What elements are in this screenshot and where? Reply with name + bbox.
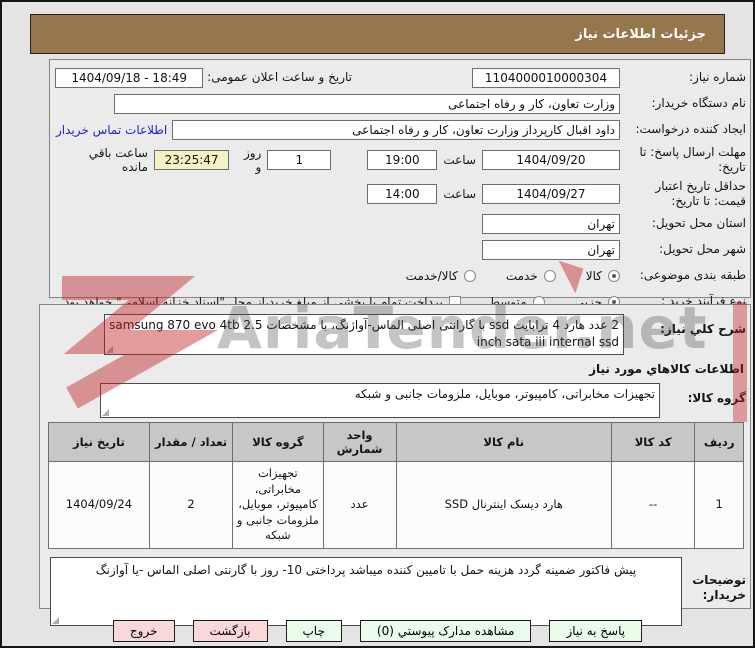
goods-group-label: گروه کالا: xyxy=(687,391,746,405)
price-validity-row: حداقل تاریخ اعتبار قیمت: تا تاریخ: ساعت xyxy=(56,178,746,209)
radio-option[interactable]: کالا/خدمت xyxy=(406,269,476,283)
radio-icon[interactable] xyxy=(608,269,620,282)
action-button[interactable]: چاپ xyxy=(285,620,342,642)
goods-table-column-header: تعداد / مقدار xyxy=(148,422,234,462)
goods-table-body: 1 -- هارد دیسک اینترنال SSD عدد تجهیزات مخاب… xyxy=(48,461,744,549)
classification-label: طبقه بندی موضوعی: xyxy=(639,268,746,283)
announce-datetime-input[interactable] xyxy=(55,67,204,88)
goods-table-column-header: کد کالا xyxy=(610,422,696,462)
city-input[interactable] xyxy=(482,239,620,260)
request-creator-label: ایجاد کننده درخواست: xyxy=(635,122,746,137)
announce-datetime-label: تاریخ و ساعت اعلان عمومی: xyxy=(207,70,352,85)
buyer-org-input[interactable] xyxy=(114,93,620,114)
buyer-notes-label: توضیحات خریدار: xyxy=(692,572,746,602)
province-row: استان محل تحویل: xyxy=(56,212,746,235)
goods-table-header: ردیف کد کالا نام کالا واحد شمارش گروه کالا تع… xyxy=(48,422,744,462)
table-cell: -- xyxy=(610,461,696,549)
classification-radio-group: کالا خدمت کالا/خدمت xyxy=(406,269,620,283)
price-validity-label: حداقل تاریخ اعتبار قیمت: تا تاریخ: xyxy=(655,179,746,208)
goods-group-row: گروه کالا: تجهیزات مخابراتی، کامپیوتر، م… xyxy=(46,383,746,418)
goods-table: ردیف کد کالا نام کالا واحد شمارش گروه کالا تع… xyxy=(48,422,744,549)
table-cell: 2 xyxy=(148,461,234,549)
need-number-label: شماره نیاز: xyxy=(689,70,746,85)
radio-option-label: کالا xyxy=(585,268,602,283)
radio-option-label: خدمت xyxy=(505,268,538,283)
action-button[interactable]: خروج xyxy=(112,620,175,642)
need-info-panel: شماره نیاز: تاریخ و ساعت اعلان عمومی: نا… xyxy=(49,59,751,309)
goods-table-column-header: ردیف xyxy=(694,422,744,462)
table-cell: عدد xyxy=(322,461,397,549)
action-button[interactable]: مشاهده مدارک پیوستي (0) xyxy=(359,620,532,642)
page-title: جزئیات اطلاعات نیاز xyxy=(575,26,706,42)
general-description-row: شرح کلي نیاز: 2 عدد هارد 4 ترابایت ssd ب… xyxy=(46,314,746,355)
classification-row: طبقه بندی موضوعی: کالا خدمت کالا/خدمت xyxy=(56,264,746,287)
page-title-bar: جزئیات اطلاعات نیاز xyxy=(30,14,725,54)
goods-table-column-header: گروه کالا xyxy=(232,422,324,462)
need-number-row: شماره نیاز: تاریخ و ساعت اعلان عمومی: xyxy=(55,66,746,89)
goods-table-column-header: واحد شمارش xyxy=(322,422,397,462)
province-input[interactable] xyxy=(482,213,620,234)
radio-option-label: کالا/خدمت xyxy=(405,268,458,283)
action-button[interactable]: پاسخ به نیاز xyxy=(549,620,643,642)
reply-hour-label: ساعت xyxy=(443,152,476,167)
table-cell: تجهیزات مخابراتی، کامپیوتر، موبایل، ملزو… xyxy=(232,461,324,549)
reply-deadline-label: مهلت ارسال پاسخ: تا تاریخ: xyxy=(639,145,746,174)
goods-group-textarea[interactable]: تجهیزات مخابراتی، کامپیوتر، موبایل، ملزو… xyxy=(100,383,660,418)
buyer-org-label: نام دستگاه خریدار: xyxy=(651,96,747,111)
countdown-label: ساعت باقي مانده xyxy=(88,145,148,174)
request-creator-row: ایجاد کننده درخواست: اطلاعات تماس خریدار xyxy=(56,118,746,141)
reply-deadline-date-input[interactable] xyxy=(482,149,620,170)
goods-table-column-header: نام کالا xyxy=(395,422,612,462)
buyer-org-row: نام دستگاه خریدار: xyxy=(56,92,746,115)
table-cell: هارد دیسک اینترنال SSD xyxy=(395,461,612,549)
table-cell: 1 xyxy=(694,461,744,549)
general-description-textarea[interactable]: 2 عدد هارد 4 ترابایت ssd با گارانتی اصلی… xyxy=(104,314,624,355)
price-validity-date-input[interactable] xyxy=(482,183,620,204)
reply-deadline-row: مهلت ارسال پاسخ: تا تاریخ: ساعت روز و 23… xyxy=(56,144,746,175)
countdown-timer: 23:25:47 xyxy=(153,149,230,170)
city-label: شهر محل تحویل: xyxy=(659,242,746,257)
table-row: 1 -- هارد دیسک اینترنال SSD عدد تجهیزات مخاب… xyxy=(48,461,744,549)
action-button[interactable]: بازگشت xyxy=(192,620,268,642)
city-row: شهر محل تحویل: xyxy=(56,238,746,261)
province-label: استان محل تحویل: xyxy=(651,216,746,231)
radio-option[interactable]: کالا xyxy=(586,269,620,283)
action-button-row: پاسخ به نیاز مشاهده مدارک پیوستي (0) چاپ با… xyxy=(2,620,753,642)
buyer-notes-textarea[interactable]: پیش فاکتور ضمینه گردد هزینه حمل با تامیی… xyxy=(50,556,682,626)
need-number-input[interactable] xyxy=(472,67,620,88)
request-creator-input[interactable] xyxy=(172,119,620,140)
radio-icon[interactable] xyxy=(543,269,556,282)
radio-icon[interactable] xyxy=(463,269,476,282)
buyer-notes-row: توضیحات خریدار: پیش فاکتور ضمینه گردد هز… xyxy=(46,556,746,626)
price-validity-hour-label: ساعت xyxy=(443,186,476,201)
radio-option[interactable]: خدمت xyxy=(506,269,556,283)
reply-deadline-time-input[interactable] xyxy=(367,149,438,170)
need-details-page: جزئیات اطلاعات نیاز شماره نیاز: تاریخ و … xyxy=(0,0,755,648)
buyer-contact-link[interactable]: اطلاعات تماس خریدار xyxy=(56,123,167,137)
days-remaining-label: روز و xyxy=(243,145,262,174)
goods-table-column-header: تاریخ نیاز xyxy=(48,422,150,462)
price-validity-time-input[interactable] xyxy=(367,183,438,204)
table-cell: 1404/09/24 xyxy=(48,461,150,549)
general-description-label: شرح کلي نیاز: xyxy=(660,322,746,336)
days-remaining-input[interactable] xyxy=(267,149,332,170)
need-description-panel: شرح کلي نیاز: 2 عدد هارد 4 ترابایت ssd ب… xyxy=(39,304,751,626)
goods-section-title: اطلاعات کالاهاي مورد نیاز xyxy=(589,362,744,376)
